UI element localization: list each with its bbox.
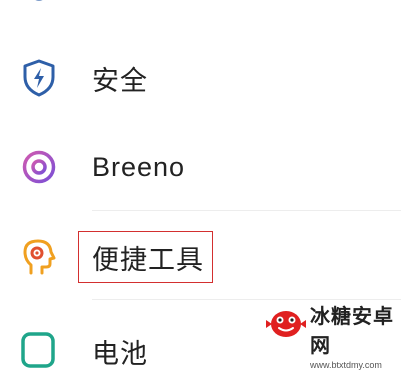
settings-item-partial[interactable] (0, 0, 401, 28)
settings-item-label: 安全 (92, 65, 148, 97)
candy-logo-icon (264, 302, 308, 351)
settings-item-breeno[interactable]: Breeno (0, 123, 401, 211)
breeno-ring-icon (19, 147, 59, 187)
battery-icon (19, 330, 59, 370)
partial-top-icon (19, 0, 59, 4)
watermark-url: www.btxtdmy.com (310, 360, 382, 370)
watermark-title: 冰糖安卓网 (310, 304, 394, 357)
head-tool-icon (19, 237, 59, 277)
highlight-box (78, 231, 213, 283)
shield-bolt-icon (19, 58, 59, 98)
divider (92, 210, 401, 211)
settings-item-label: 电池 (92, 339, 148, 370)
settings-item-label: Breeno (92, 151, 186, 182)
settings-item-security[interactable]: 安全 (0, 34, 401, 122)
watermark-text: 冰糖安卓网 www.btxtdmy.com (310, 300, 400, 370)
watermark: 冰糖安卓网 www.btxtdmy.com (264, 300, 399, 370)
